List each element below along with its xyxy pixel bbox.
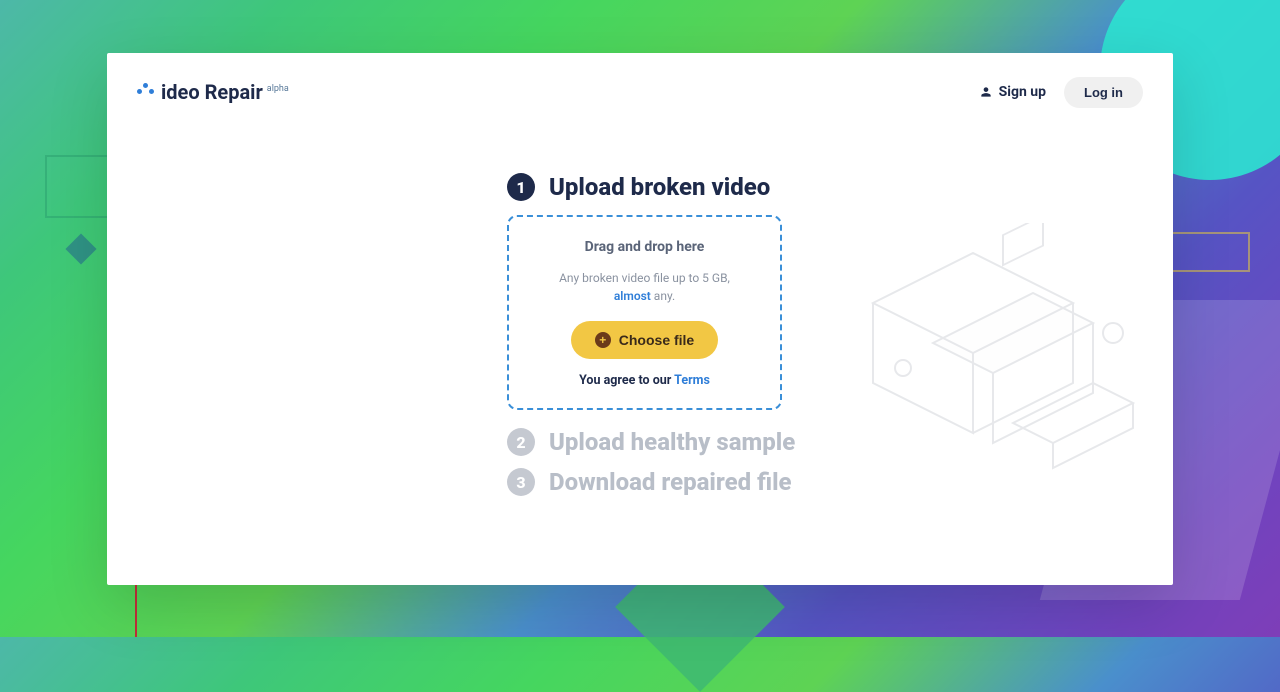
step-3: 3 Download repaired file <box>507 468 897 496</box>
step-3-num: 3 <box>507 468 535 496</box>
signup-label: Sign up <box>999 84 1046 100</box>
agree-text: You agree to our Terms <box>529 373 760 388</box>
choose-file-label: Choose file <box>619 332 694 348</box>
dropzone-title: Drag and drop here <box>529 239 760 255</box>
dropzone-subtitle: Any broken video file up to 5 GB, almost… <box>529 269 760 305</box>
step-2-num: 2 <box>507 428 535 456</box>
almost-link[interactable]: almost <box>614 289 651 303</box>
login-button[interactable]: Log in <box>1064 77 1143 108</box>
choose-file-button[interactable]: + Choose file <box>571 321 718 359</box>
step-1-num: 1 <box>507 173 535 201</box>
signup-button[interactable]: Sign up <box>979 84 1046 100</box>
header: ideo Repair alpha Sign up Log in <box>107 53 1173 113</box>
dropzone[interactable]: Drag and drop here Any broken video file… <box>507 215 782 410</box>
step-2-title: Upload healthy sample <box>549 428 795 456</box>
step-1-title: Upload broken video <box>549 173 770 201</box>
steps: 1 Upload broken video Drag and drop here… <box>507 173 897 496</box>
logo-text: ideo Repair <box>161 80 263 104</box>
terms-link[interactable]: Terms <box>674 373 710 388</box>
main-card: ideo Repair alpha Sign up Log in <box>107 53 1173 585</box>
step-1: 1 Upload broken video <box>507 173 897 201</box>
user-icon <box>979 85 993 99</box>
logo[interactable]: ideo Repair alpha <box>137 80 289 104</box>
plus-icon: + <box>595 332 611 348</box>
logo-icon <box>137 81 155 99</box>
auth-group: Sign up Log in <box>979 77 1143 108</box>
step-3-title: Download repaired file <box>549 468 792 496</box>
step-2: 2 Upload healthy sample <box>507 428 897 456</box>
logo-super: alpha <box>267 84 289 94</box>
main-content: 1 Upload broken video Drag and drop here… <box>107 113 1173 496</box>
